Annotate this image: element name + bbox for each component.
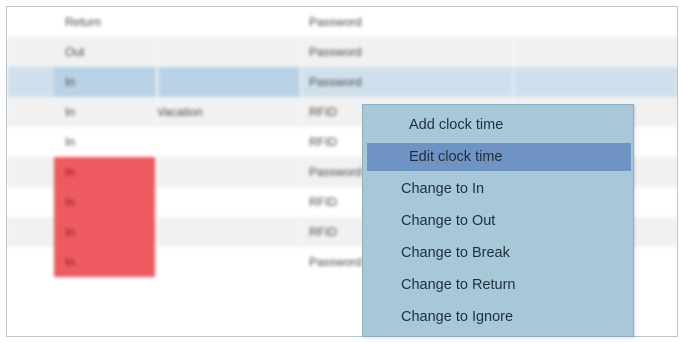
- menu-item-label: Add clock time: [409, 117, 504, 133]
- selected-cell: [159, 67, 299, 97]
- entry-type: Return: [65, 15, 102, 29]
- menu-item-label: Change to Break: [401, 245, 510, 261]
- menu-item-change-to-break[interactable]: Change to Break: [367, 239, 631, 267]
- column-divider: [157, 7, 158, 277]
- context-menu: Add clock time Edit clock time Change to…: [362, 104, 634, 337]
- entry-type: In: [65, 195, 76, 209]
- menu-item-label: Change to Return: [401, 277, 516, 293]
- menu-item-change-to-ignore[interactable]: Change to Ignore: [367, 303, 631, 331]
- table-row[interactable]: Out Password: [7, 37, 677, 67]
- entry-type: In: [65, 255, 76, 269]
- entry-type: Out: [65, 45, 85, 59]
- entry-type: In: [65, 105, 76, 119]
- menu-item-label: Change to Ignore: [401, 309, 514, 325]
- entry-method: Password: [309, 45, 362, 59]
- table-row[interactable]: Return Password: [7, 7, 677, 37]
- menu-item-label: Change to Out: [401, 213, 496, 229]
- entry-method: RFID: [309, 135, 337, 149]
- menu-item-edit-clock-time[interactable]: Edit clock time: [367, 143, 631, 171]
- entry-method: RFID: [309, 225, 337, 239]
- entry-note: Vacation: [157, 105, 203, 119]
- entry-type: In: [65, 135, 76, 149]
- entry-method: RFID: [309, 105, 337, 119]
- entry-method: Password: [309, 15, 362, 29]
- entry-method: Password: [309, 255, 362, 269]
- entry-method: Password: [309, 75, 362, 89]
- entry-method: Password: [309, 165, 362, 179]
- menu-item-change-to-out[interactable]: Change to Out: [367, 207, 631, 235]
- menu-item-label: Change to In: [401, 181, 485, 197]
- entry-type: In: [65, 165, 76, 179]
- menu-item-change-to-in[interactable]: Change to In: [367, 175, 631, 203]
- menu-item-change-to-return[interactable]: Change to Return: [367, 271, 631, 299]
- menu-item-label: Edit clock time: [409, 149, 503, 165]
- table-row-selected[interactable]: In Password: [7, 67, 677, 97]
- menu-item-add-clock-time[interactable]: Add clock time: [367, 111, 631, 139]
- entry-type: In: [65, 75, 76, 89]
- entry-method: RFID: [309, 195, 337, 209]
- column-divider: [301, 7, 302, 277]
- entry-type: In: [65, 225, 76, 239]
